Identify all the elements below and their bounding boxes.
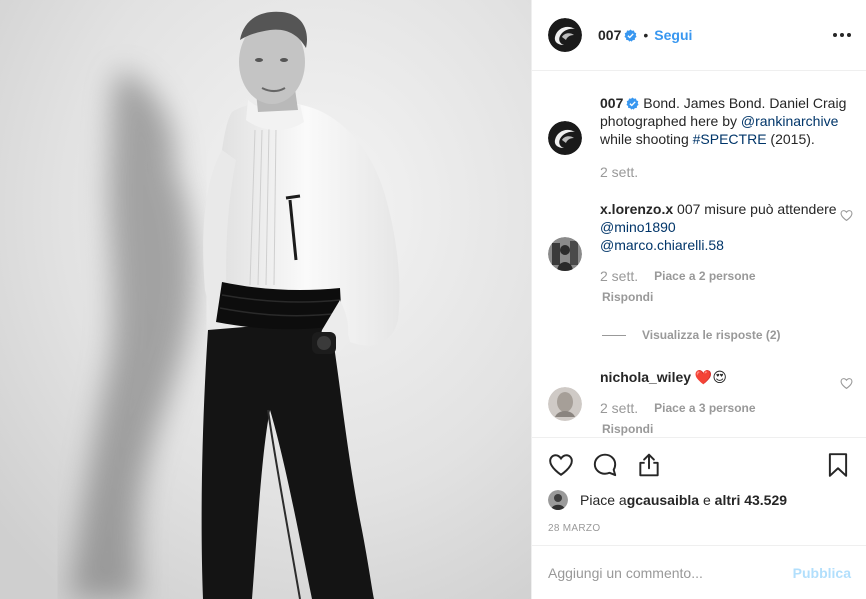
header-separator: • (643, 27, 649, 43)
post-photo-image (0, 0, 531, 599)
comment-text: nichola_wiley ❤️😍 (600, 368, 850, 386)
comments-list[interactable]: 007 Bond. James Bond. Daniel Craig photo… (532, 72, 866, 436)
view-replies-button[interactable]: Visualizza le risposte (2) (602, 328, 781, 342)
comment-mention-link[interactable]: @marco.chiarelli.58 (600, 237, 724, 253)
likes-others-count[interactable]: altri 43.529 (715, 492, 787, 508)
caption-entry: 007 Bond. James Bond. Daniel Craig photo… (532, 72, 866, 190)
caption-text: 007 Bond. James Bond. Daniel Craig photo… (600, 94, 850, 148)
action-bar (548, 452, 851, 478)
comment-mention-link[interactable]: @mino1890 (600, 219, 676, 235)
caption-username[interactable]: 007 (600, 95, 623, 111)
likes-summary: Piace a gcausaibla e altri 43.529 (548, 490, 787, 510)
post-side-panel: 007 • Segui 007 Bond. James Bond. Daniel… (531, 0, 866, 599)
add-comment-bar: Pubblica (532, 545, 866, 599)
caption-text-part: (2015). (766, 131, 815, 147)
more-options-icon[interactable] (833, 26, 851, 44)
bookmark-icon[interactable] (825, 452, 851, 478)
view-replies-line (602, 334, 626, 336)
caption-hashtag-link[interactable]: #SPECTRE (693, 131, 767, 147)
commenter-avatar[interactable] (548, 387, 582, 421)
caption-meta: 2 sett. (600, 164, 638, 180)
post-header: 007 • Segui (532, 0, 866, 71)
comment-item: x.lorenzo.x 007 misure può attendere @mi… (532, 200, 866, 350)
comment-like-heart-icon[interactable] (840, 377, 853, 390)
follow-button[interactable]: Segui (654, 27, 692, 43)
reply-button[interactable]: Rispondi (602, 290, 653, 304)
comment-body: 007 misure può attendere (673, 201, 837, 217)
post-actions: Piace a gcausaibla e altri 43.529 28 MAR… (532, 437, 866, 599)
comment-icon[interactable] (592, 452, 618, 478)
post-date[interactable]: 28 MARZO (548, 523, 600, 534)
comment-item: nichola_wiley ❤️😍 2 sett. Piace a 3 pers… (532, 368, 866, 436)
caption-avatar[interactable] (548, 121, 582, 155)
comment-like-heart-icon[interactable] (840, 209, 853, 222)
comment-likes[interactable]: Piace a 3 persone (654, 401, 755, 415)
comment-meta: 2 sett. Piace a 2 persone (600, 268, 756, 284)
caption-mention-link[interactable]: @rankinarchive (741, 113, 838, 129)
account-avatar[interactable] (548, 18, 582, 52)
comment-username[interactable]: x.lorenzo.x (600, 201, 673, 217)
publish-button[interactable]: Pubblica (793, 565, 851, 581)
add-comment-input[interactable] (548, 565, 793, 581)
verified-badge-icon (624, 28, 637, 42)
comment-time[interactable]: 2 sett. (600, 268, 638, 284)
likes-middle: e (699, 492, 715, 508)
caption-time[interactable]: 2 sett. (600, 164, 638, 180)
comment-body: ❤️😍 (691, 369, 727, 385)
instagram-post: 007 • Segui 007 Bond. James Bond. Daniel… (0, 0, 866, 599)
liker-avatar[interactable] (548, 490, 568, 510)
caption-text-part: while shooting (600, 131, 693, 147)
reply-button[interactable]: Rispondi (602, 422, 653, 436)
comment-meta: 2 sett. Piace a 3 persone (600, 400, 756, 416)
comment-username[interactable]: nichola_wiley (600, 369, 691, 385)
comment-time[interactable]: 2 sett. (600, 400, 638, 416)
post-photo[interactable] (0, 0, 531, 599)
liker-username[interactable]: gcausaibla (627, 492, 699, 508)
commenter-avatar[interactable] (548, 237, 582, 271)
header-account-row: 007 • Segui (598, 27, 692, 43)
view-replies-label: Visualizza le risposte (2) (642, 328, 781, 342)
likes-prefix: Piace a (580, 492, 627, 508)
header-username[interactable]: 007 (598, 27, 621, 43)
verified-badge-icon (626, 97, 639, 110)
comment-text: x.lorenzo.x 007 misure può attendere @mi… (600, 200, 850, 254)
comment-likes[interactable]: Piace a 2 persone (654, 269, 755, 283)
heart-icon[interactable] (548, 452, 574, 478)
share-icon[interactable] (636, 452, 662, 478)
